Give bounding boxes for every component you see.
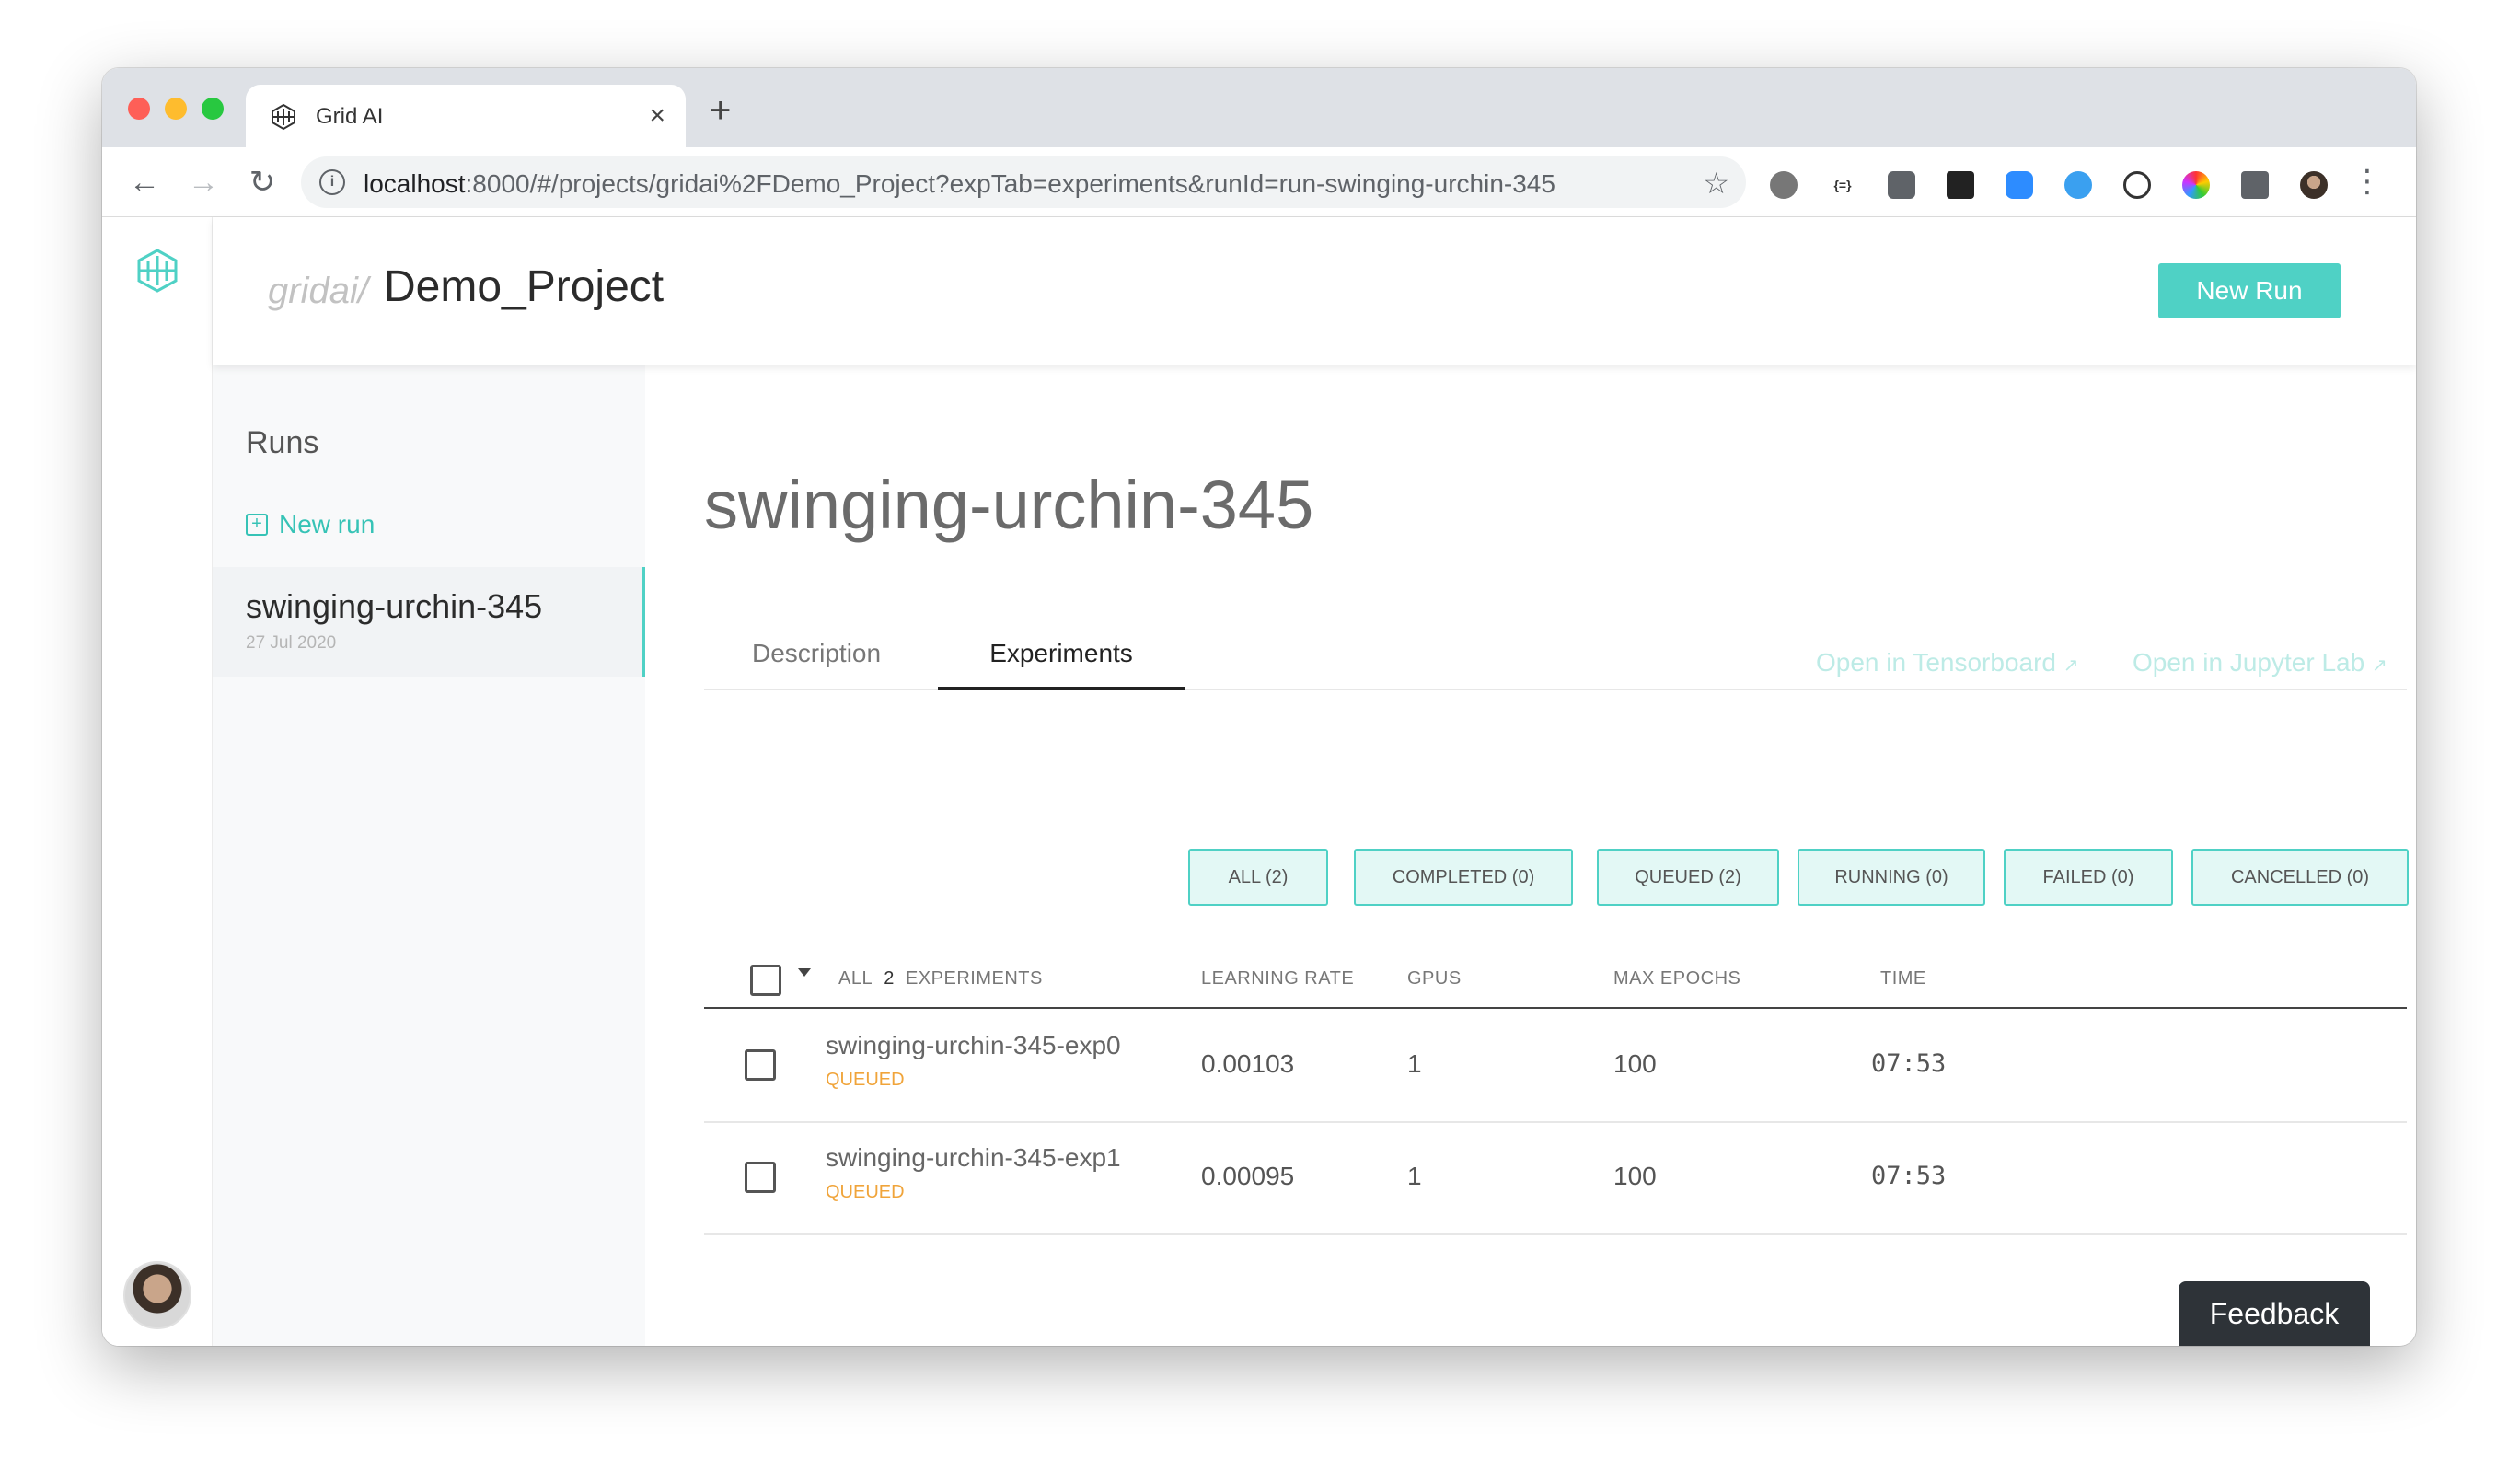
- new-run-button[interactable]: New Run: [2158, 263, 2341, 318]
- maximize-window-button[interactable]: [202, 98, 224, 120]
- extension-shield-icon[interactable]: [1888, 171, 1915, 199]
- tab-strip: Grid AI × +: [102, 68, 2416, 147]
- close-window-button[interactable]: [128, 98, 150, 120]
- time-value: 07:53: [1871, 1049, 1947, 1078]
- open-jupyter-link[interactable]: Open in Jupyter Lab ↗: [2133, 648, 2387, 677]
- forward-icon[interactable]: →: [181, 160, 225, 204]
- project-header: gridai/ Demo_Project New Run: [213, 217, 2416, 365]
- external-link-icon: ↗: [2371, 655, 2387, 676]
- reload-icon[interactable]: ↻: [240, 160, 284, 204]
- browser-tab[interactable]: Grid AI ×: [246, 85, 686, 147]
- time-value: 07:53: [1871, 1162, 1947, 1190]
- filter-running-button[interactable]: RUNNING (0): [1798, 849, 1985, 906]
- tab-title: Grid AI: [316, 104, 384, 129]
- plus-icon: +: [246, 514, 268, 536]
- max-epochs-value: 100: [1613, 1049, 1657, 1078]
- row-checkbox[interactable]: [745, 1049, 776, 1081]
- breadcrumb-prefix[interactable]: gridai/: [268, 271, 368, 312]
- runs-sidebar: Runs + New run swinging-urchin-345 27 Ju…: [213, 365, 645, 1346]
- menu-icon[interactable]: ⋮: [2352, 166, 2383, 197]
- filter-cancelled-button[interactable]: CANCELLED (0): [2191, 849, 2409, 906]
- sidebar-item-run[interactable]: swinging-urchin-345 27 Jul 2020: [213, 567, 645, 677]
- extension-zoom-icon[interactable]: [2006, 171, 2033, 199]
- status-badge: QUEUED: [826, 1182, 905, 1202]
- url-text: localhost:8000/#/projects/gridai%2FDemo_…: [364, 169, 1555, 198]
- run-title: swinging-urchin-345: [704, 467, 1314, 543]
- project-title: Demo_Project: [384, 262, 665, 311]
- star-icon[interactable]: ☆: [1703, 166, 1729, 201]
- app: gridai/ Demo_Project New Run Runs + New …: [102, 217, 2416, 1346]
- left-rail: [102, 217, 213, 1346]
- run-date: 27 Jul 2020: [246, 633, 337, 653]
- back-icon[interactable]: ←: [122, 160, 167, 204]
- filter-queued-button[interactable]: QUEUED (2): [1597, 849, 1779, 906]
- extension-notion-icon[interactable]: [1947, 171, 1974, 199]
- new-tab-button[interactable]: +: [710, 92, 731, 129]
- grid-logo-icon[interactable]: [133, 247, 181, 295]
- new-run-link[interactable]: + New run: [246, 510, 375, 539]
- tab-description[interactable]: Description: [752, 639, 881, 668]
- extensions-puzzle-icon[interactable]: [2241, 171, 2269, 199]
- table-row[interactable]: swinging-urchin-345-exp1 QUEUED 0.00095 …: [704, 1123, 2407, 1235]
- new-run-link-label: New run: [279, 510, 376, 538]
- gpus-value: 1: [1407, 1049, 1422, 1078]
- table-header: ALL 2 EXPERIMENTS LEARNING RATE GPUS MAX…: [704, 950, 2407, 1009]
- header-experiments: ALL 2 EXPERIMENTS: [838, 968, 1043, 989]
- open-tensorboard-link[interactable]: Open in Tensorboard ↗: [1816, 648, 2079, 677]
- experiment-name[interactable]: swinging-urchin-345-exp0: [826, 1031, 1121, 1060]
- gpus-value: 1: [1407, 1162, 1422, 1190]
- status-badge: QUEUED: [826, 1070, 905, 1090]
- select-all-checkbox[interactable]: [750, 965, 781, 996]
- browser-toolbar: ← → ↻ i localhost:8000/#/projects/gridai…: [102, 147, 2416, 217]
- info-icon[interactable]: i: [319, 169, 345, 195]
- tab-experiments[interactable]: Experiments: [938, 622, 1185, 690]
- address-bar[interactable]: i localhost:8000/#/projects/gridai%2FDem…: [301, 156, 1746, 208]
- extension-color-picker-icon[interactable]: [2182, 171, 2210, 199]
- status-filters: ALL (2) COMPLETED (0) QUEUED (2) RUNNING…: [704, 849, 2409, 906]
- max-epochs-value: 100: [1613, 1162, 1657, 1190]
- table-row[interactable]: swinging-urchin-345-exp0 QUEUED 0.00103 …: [704, 1011, 2407, 1123]
- minimize-window-button[interactable]: [165, 98, 187, 120]
- runs-heading: Runs: [246, 425, 319, 460]
- tab-close-icon[interactable]: ×: [649, 98, 665, 134]
- learning-rate-value: 0.00095: [1201, 1162, 1295, 1190]
- header-max-epochs: MAX EPOCHS: [1613, 968, 1741, 989]
- grid-logo-icon: [272, 103, 295, 131]
- filter-completed-button[interactable]: COMPLETED (0): [1354, 849, 1573, 906]
- header-time: TIME: [1880, 968, 1926, 989]
- external-link-icon: ↗: [2063, 655, 2079, 676]
- feedback-button[interactable]: Feedback: [2179, 1281, 2370, 1346]
- extension-json-icon[interactable]: {=}: [1829, 171, 1856, 199]
- run-name: swinging-urchin-345: [246, 587, 543, 625]
- main-content: swinging-urchin-345 Description Experime…: [704, 365, 2416, 1346]
- browser-window: Grid AI × + ← → ↻ i localhost:8000/#/pro…: [102, 68, 2416, 1346]
- header-learning-rate: LEARNING RATE: [1201, 968, 1355, 989]
- profile-avatar-icon[interactable]: [2300, 171, 2328, 199]
- filter-failed-button[interactable]: FAILED (0): [2004, 849, 2173, 906]
- run-tabs: Description Experiments Open in Tensorbo…: [704, 622, 2407, 690]
- experiment-name[interactable]: swinging-urchin-345-exp1: [826, 1143, 1121, 1173]
- extension-dark-reader-icon[interactable]: [1770, 171, 1798, 199]
- extension-check-icon[interactable]: [2064, 171, 2092, 199]
- row-checkbox[interactable]: [745, 1162, 776, 1193]
- chevron-down-icon[interactable]: [798, 968, 811, 977]
- learning-rate-value: 0.00103: [1201, 1049, 1295, 1078]
- extension-onepassword-icon[interactable]: [2123, 171, 2151, 199]
- header-gpus: GPUS: [1407, 968, 1462, 989]
- user-avatar[interactable]: [123, 1261, 191, 1329]
- filter-all-button[interactable]: ALL (2): [1188, 849, 1328, 906]
